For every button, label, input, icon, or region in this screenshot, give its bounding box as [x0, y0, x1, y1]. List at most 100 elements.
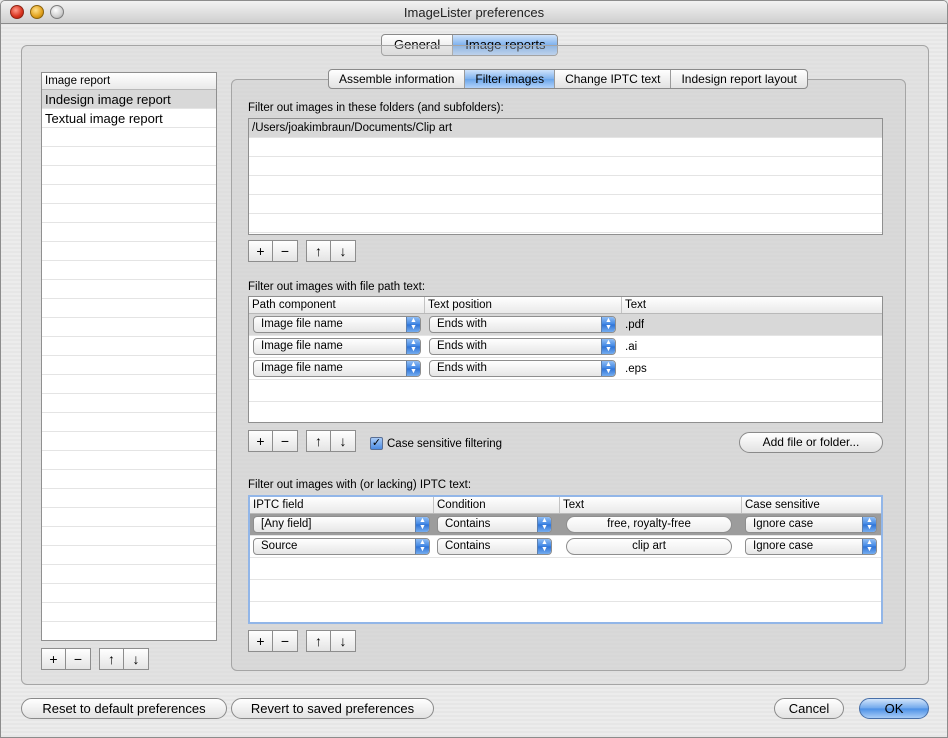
report-list-item-label: Indesign image report — [45, 91, 171, 107]
iptc-field-cell: [Any field] ▲ ▼ — [250, 516, 434, 533]
iptc-filter-table[interactable]: IPTC field Condition Text Case sensitive… — [248, 495, 883, 624]
add-report-button[interactable]: + — [42, 649, 66, 669]
report-list-move: ↑ ↓ — [99, 648, 149, 670]
remove-folder-button[interactable]: − — [273, 241, 297, 261]
report-list[interactable]: Image report Indesign image report Textu… — [41, 72, 217, 641]
iptc-field-cell: Source ▲ ▼ — [250, 538, 434, 555]
path-component-popup[interactable]: Image file name ▲ ▼ — [253, 360, 421, 377]
report-list-item-textual[interactable]: Textual image report — [42, 109, 216, 128]
case-sensitive-checkbox[interactable]: ✓ — [370, 437, 383, 450]
path-component-value: Image file name — [261, 318, 343, 330]
table-row[interactable]: Image file name ▲ ▼ Ends with ▲ ▼ .pdf — [249, 314, 882, 336]
move-path-filter-up-button[interactable]: ↑ — [307, 431, 331, 451]
sub-tab-bar: Assemble information Filter images Chang… — [328, 69, 808, 89]
path-component-popup[interactable]: Image file name ▲ ▼ — [253, 338, 421, 355]
table-row[interactable]: Source ▲ ▼ Contains ▲ ▼ clip art Ignore case… — [250, 536, 881, 558]
text-position-popup[interactable]: Ends with ▲ ▼ — [429, 338, 616, 355]
cancel-button[interactable]: Cancel — [774, 698, 844, 719]
iptc-field-popup[interactable]: [Any field] ▲ ▼ — [253, 516, 430, 533]
tab-change-iptc-text[interactable]: Change IPTC text — [555, 70, 672, 88]
report-list-header[interactable]: Image report — [42, 73, 216, 90]
folder-path: /Users/joakimbraun/Documents/Clip art — [252, 122, 453, 134]
path-add-remove: + − — [248, 430, 298, 452]
case-sensitivity-popup[interactable]: Ignore case ▲ ▼ — [745, 538, 877, 555]
popup-arrows-icon: ▲ ▼ — [415, 517, 429, 532]
iptc-field-value: [Any field] — [261, 518, 312, 530]
path-component-popup[interactable]: Image file name ▲ ▼ — [253, 316, 421, 333]
remove-iptc-filter-button[interactable]: − — [273, 631, 297, 651]
condition-cell: Contains ▲ ▼ — [434, 516, 560, 533]
report-list-header-label: Image report — [45, 75, 111, 87]
condition-popup[interactable]: Contains ▲ ▼ — [437, 516, 552, 533]
move-iptc-filter-up-button[interactable]: ↑ — [307, 631, 331, 651]
iptc-field-value: Source — [261, 540, 298, 552]
ok-button[interactable]: OK — [859, 698, 929, 719]
tab-indesign-report-layout[interactable]: Indesign report layout — [671, 70, 806, 88]
condition-value: Contains — [445, 540, 491, 552]
popup-arrows-icon: ▲ ▼ — [406, 317, 420, 332]
add-iptc-filter-button[interactable]: + — [249, 631, 273, 651]
column-iptc-text[interactable]: Text — [560, 497, 742, 513]
table-row[interactable]: Image file name ▲ ▼ Ends with ▲ ▼ .ai — [249, 336, 882, 358]
text-position-popup[interactable]: Ends with ▲ ▼ — [429, 316, 616, 333]
tab-assemble-information[interactable]: Assemble information — [329, 70, 466, 88]
iptc-text-field[interactable]: free, royalty-free — [566, 516, 732, 533]
iptc-text-field[interactable]: clip art — [566, 538, 732, 555]
popup-arrows-icon: ▲ ▼ — [406, 339, 420, 354]
popup-arrows-icon: ▲ ▼ — [862, 517, 876, 532]
folder-row[interactable]: /Users/joakimbraun/Documents/Clip art — [249, 119, 882, 138]
iptc-controls: + − ↑ ↓ — [248, 630, 356, 652]
text-position-value: Ends with — [437, 362, 487, 374]
table-row[interactable]: Image file name ▲ ▼ Ends with ▲ ▼ .eps — [249, 358, 882, 380]
table-row[interactable]: [Any field] ▲ ▼ Contains ▲ ▼ free, royalty-f… — [250, 514, 881, 536]
path-filter-table[interactable]: Path component Text position Text Image … — [248, 296, 883, 423]
iptc-text-cell: clip art — [560, 538, 742, 555]
move-report-up-button[interactable]: ↑ — [100, 649, 124, 669]
report-list-item-indesign[interactable]: Indesign image report — [42, 90, 216, 109]
popup-arrows-icon: ▲ ▼ — [601, 339, 615, 354]
remove-report-button[interactable]: − — [66, 649, 90, 669]
column-condition[interactable]: Condition — [434, 497, 560, 513]
popup-arrows-icon: ▲ ▼ — [537, 517, 551, 532]
popup-arrows-icon: ▲ ▼ — [601, 361, 615, 376]
iptc-field-popup[interactable]: Source ▲ ▼ — [253, 538, 430, 555]
move-folder-up-button[interactable]: ↑ — [307, 241, 331, 261]
revert-to-saved-button[interactable]: Revert to saved preferences — [231, 698, 434, 719]
iptc-add-remove: + − — [248, 630, 298, 652]
text-position-popup[interactable]: Ends with ▲ ▼ — [429, 360, 616, 377]
folders-list[interactable]: /Users/joakimbraun/Documents/Clip art — [248, 118, 883, 235]
text-position-cell: Ends with ▲ ▼ — [425, 338, 622, 355]
path-text-value[interactable]: .pdf — [622, 319, 644, 331]
move-path-filter-down-button[interactable]: ↓ — [331, 431, 355, 451]
popup-arrows-icon: ▲ ▼ — [862, 539, 876, 554]
text-position-cell: Ends with ▲ ▼ — [425, 316, 622, 333]
reset-to-default-button[interactable]: Reset to default preferences — [21, 698, 227, 719]
remove-path-filter-button[interactable]: − — [273, 431, 297, 451]
add-folder-button[interactable]: + — [249, 241, 273, 261]
column-path-component[interactable]: Path component — [249, 297, 425, 313]
case-sensitive-label[interactable]: Case sensitive filtering — [387, 438, 502, 450]
path-text-value[interactable]: .eps — [622, 363, 647, 375]
add-path-filter-button[interactable]: + — [249, 431, 273, 451]
column-text-position[interactable]: Text position — [425, 297, 622, 313]
case-sensitivity-popup[interactable]: Ignore case ▲ ▼ — [745, 516, 877, 533]
condition-value: Contains — [445, 518, 491, 530]
folders-section-label: Filter out images in these folders (and … — [248, 102, 504, 114]
condition-popup[interactable]: Contains ▲ ▼ — [437, 538, 552, 555]
move-iptc-filter-down-button[interactable]: ↓ — [331, 631, 355, 651]
report-list-controls: + − ↑ ↓ — [41, 648, 149, 670]
path-component-cell: Image file name ▲ ▼ — [249, 338, 425, 355]
preferences-window: ImageLister preferences General Image re… — [0, 0, 948, 738]
path-text-value[interactable]: .ai — [622, 341, 637, 353]
tab-filter-images[interactable]: Filter images — [465, 70, 556, 88]
move-report-down-button[interactable]: ↓ — [124, 649, 148, 669]
text-position-value: Ends with — [437, 318, 487, 330]
title-bar[interactable]: ImageLister preferences — [1, 1, 947, 24]
move-folder-down-button[interactable]: ↓ — [331, 241, 355, 261]
add-file-or-folder-button[interactable]: Add file or folder... — [739, 432, 883, 453]
column-iptc-field[interactable]: IPTC field — [250, 497, 434, 513]
path-component-cell: Image file name ▲ ▼ — [249, 360, 425, 377]
column-case-sensitive[interactable]: Case sensitive — [742, 497, 881, 513]
column-text[interactable]: Text — [622, 297, 882, 313]
path-section-label: Filter out images with file path text: — [248, 281, 426, 293]
